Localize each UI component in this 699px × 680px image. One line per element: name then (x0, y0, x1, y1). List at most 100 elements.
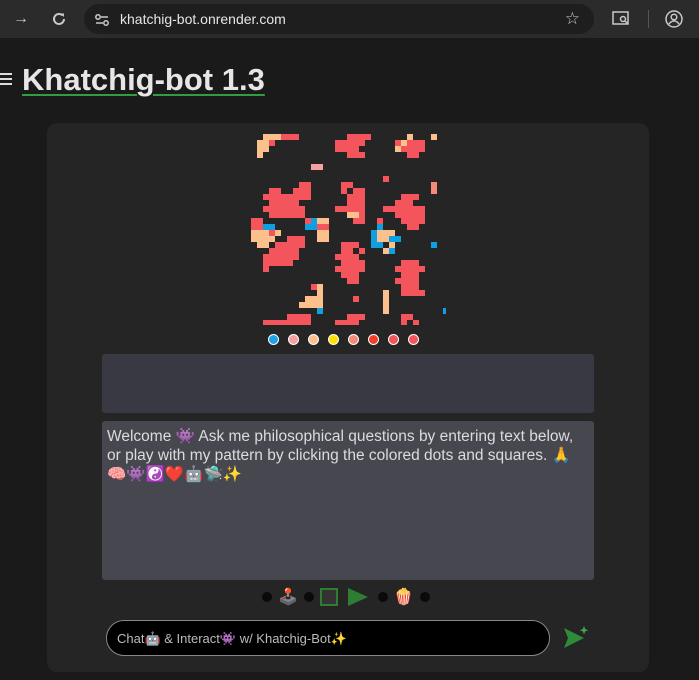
color-dot[interactable] (288, 334, 299, 345)
pattern-cell[interactable] (389, 236, 395, 242)
pattern-cell[interactable] (347, 278, 353, 284)
pattern-cell[interactable] (263, 224, 269, 230)
pattern-cell[interactable] (317, 290, 323, 296)
pattern-cell[interactable] (383, 206, 389, 212)
pattern-cell[interactable] (395, 266, 401, 272)
pattern-cell[interactable] (341, 188, 347, 194)
pattern-cell[interactable] (299, 182, 305, 188)
pattern-cell[interactable] (275, 200, 281, 206)
pattern-cell[interactable] (263, 320, 269, 325)
pattern-cell[interactable] (359, 212, 365, 218)
chat-input[interactable] (106, 620, 550, 656)
pattern-cell[interactable] (383, 296, 389, 302)
pattern-cell[interactable] (311, 224, 317, 230)
pattern-cell[interactable] (281, 242, 287, 248)
pattern-cell[interactable] (365, 134, 371, 140)
pattern-cell[interactable] (263, 254, 269, 260)
pattern-cell[interactable] (341, 242, 347, 248)
pattern-cell[interactable] (347, 254, 353, 260)
address-bar[interactable]: khatchig-bot.onrender.com ☆ (84, 4, 594, 34)
pattern-cell[interactable] (287, 314, 293, 320)
pattern-cell[interactable] (275, 248, 281, 254)
pattern-cell[interactable] (275, 320, 281, 325)
pattern-cell[interactable] (359, 134, 365, 140)
pattern-cell[interactable] (353, 152, 359, 158)
pattern-cell[interactable] (413, 320, 419, 325)
pattern-cell[interactable] (305, 314, 311, 320)
pattern-cell[interactable] (359, 314, 365, 320)
pattern-cell[interactable] (263, 260, 269, 266)
pattern-cell[interactable] (389, 242, 395, 248)
pattern-cell[interactable] (407, 218, 413, 224)
pattern-cell[interactable] (287, 248, 293, 254)
pattern-cell[interactable] (299, 212, 305, 218)
pattern-cell[interactable] (401, 314, 407, 320)
pattern-cell[interactable] (257, 236, 263, 242)
pattern-cell[interactable] (263, 242, 269, 248)
pattern-cell[interactable] (401, 260, 407, 266)
pattern-cell[interactable] (293, 206, 299, 212)
pattern-cell[interactable] (341, 206, 347, 212)
pattern-cell[interactable] (263, 146, 269, 152)
pattern-cell[interactable] (347, 260, 353, 266)
pattern-cell[interactable] (299, 206, 305, 212)
pattern-cell[interactable] (335, 254, 341, 260)
pattern-cell[interactable] (317, 236, 323, 242)
pattern-cell[interactable] (275, 212, 281, 218)
pattern-cell[interactable] (353, 266, 359, 272)
pattern-cell[interactable] (287, 194, 293, 200)
pattern-cell[interactable] (293, 320, 299, 325)
pattern-cell[interactable] (299, 314, 305, 320)
pattern-cell[interactable] (347, 182, 353, 188)
pattern-cell[interactable] (257, 242, 263, 248)
pattern-cell[interactable] (287, 200, 293, 206)
pattern-cell[interactable] (401, 272, 407, 278)
pattern-cell[interactable] (371, 230, 377, 236)
pattern-cell[interactable] (413, 260, 419, 266)
pattern-cell[interactable] (413, 284, 419, 290)
pattern-cell[interactable] (257, 140, 263, 146)
pattern-cell[interactable] (377, 224, 383, 230)
pattern-cell[interactable] (263, 134, 269, 140)
pattern-cell[interactable] (323, 218, 329, 224)
pattern-cell[interactable] (317, 230, 323, 236)
url-text[interactable]: khatchig-bot.onrender.com (120, 11, 286, 27)
pattern-cell[interactable] (413, 266, 419, 272)
pattern-cell[interactable] (419, 290, 425, 296)
pattern-cell[interactable] (407, 212, 413, 218)
pattern-cell[interactable] (413, 278, 419, 284)
pattern-cell[interactable] (263, 230, 269, 236)
pattern-cell[interactable] (395, 140, 401, 146)
pattern-cell[interactable] (323, 236, 329, 242)
pattern-cell[interactable] (383, 308, 389, 314)
pattern-cell[interactable] (347, 200, 353, 206)
color-dot[interactable] (268, 334, 279, 345)
pattern-cell[interactable] (353, 134, 359, 140)
pattern-cell[interactable] (401, 140, 407, 146)
pattern-cell[interactable] (389, 248, 395, 254)
pattern-cell[interactable] (395, 212, 401, 218)
pattern-cell[interactable] (281, 206, 287, 212)
pattern-cell[interactable] (353, 278, 359, 284)
pattern-cell[interactable] (395, 206, 401, 212)
pattern-cell[interactable] (359, 206, 365, 212)
pattern-cell[interactable] (287, 206, 293, 212)
pattern-cell[interactable] (287, 242, 293, 248)
pattern-cell[interactable] (407, 314, 413, 320)
pattern-cell[interactable] (407, 260, 413, 266)
pattern-cell[interactable] (269, 212, 275, 218)
pattern-cell[interactable] (359, 188, 365, 194)
pattern-cell[interactable] (347, 206, 353, 212)
pattern-cell[interactable] (401, 212, 407, 218)
pattern-cell[interactable] (353, 194, 359, 200)
pattern-cell[interactable] (431, 182, 437, 188)
send-button[interactable] (562, 624, 590, 650)
pattern-cell[interactable] (407, 290, 413, 296)
control-dot[interactable] (262, 592, 272, 602)
pattern-cell[interactable] (353, 188, 359, 194)
pattern-cell[interactable] (407, 194, 413, 200)
pattern-cell[interactable] (335, 146, 341, 152)
color-dot[interactable] (408, 334, 419, 345)
pattern-cell[interactable] (275, 134, 281, 140)
pattern-cell[interactable] (383, 290, 389, 296)
